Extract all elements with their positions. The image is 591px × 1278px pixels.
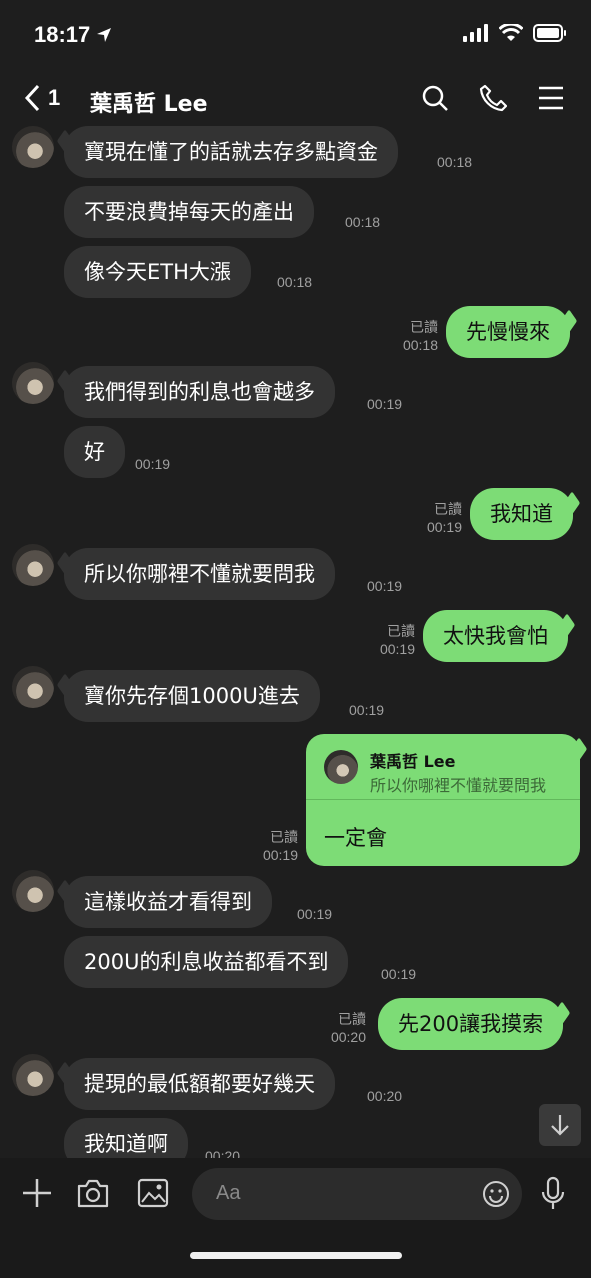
message-time: 00:19 (349, 702, 385, 718)
message-time: 00:18 (437, 154, 473, 170)
avatar[interactable] (12, 1054, 54, 1096)
message-time: 00:19 (135, 456, 171, 472)
mic-icon[interactable] (540, 1176, 566, 1212)
message-bubble[interactable]: 像今天ETH大漲 (64, 246, 251, 298)
plus-icon[interactable] (20, 1176, 54, 1210)
battery-icon (533, 24, 566, 42)
message-time: 00:18 (277, 274, 313, 290)
message-bubble[interactable]: 我知道 (470, 488, 573, 540)
arrow-down-icon (551, 1115, 569, 1136)
avatar[interactable] (12, 362, 54, 404)
message-time: 00:19 (381, 966, 417, 982)
location-arrow-icon (97, 28, 111, 42)
cellular-icon (463, 24, 488, 42)
read-receipt: 已讀 00:19 (262, 829, 298, 863)
read-receipt: 已讀 00:19 (379, 623, 415, 657)
message-bubble[interactable]: 寶現在懂了的話就去存多點資金 (64, 126, 398, 178)
scroll-to-bottom-button[interactable] (539, 1104, 581, 1146)
message-bubble[interactable]: 不要浪費掉每天的產出 (64, 186, 314, 238)
read-receipt: 已讀 00:18 (402, 319, 438, 353)
camera-icon[interactable] (76, 1176, 110, 1210)
back-chevron-icon (24, 84, 40, 112)
message-input[interactable]: Aa (192, 1168, 522, 1220)
avatar[interactable] (12, 666, 54, 708)
message-time: 00:19 (297, 906, 333, 922)
emoji-icon[interactable] (482, 1180, 510, 1208)
status-time: 18:17 (34, 22, 91, 47)
message-input-placeholder: Aa (216, 1182, 241, 1204)
message-bubble[interactable]: 200U的利息收益都看不到 (64, 936, 349, 988)
input-bar: Aa (0, 1158, 591, 1278)
status-bar: 18:17 (0, 0, 591, 70)
message-time: 00:20 (367, 1088, 403, 1104)
image-icon[interactable] (136, 1176, 170, 1210)
avatar[interactable] (12, 870, 54, 912)
avatar[interactable] (12, 544, 54, 586)
quoted-text: 所以你哪裡不懂就要問我 (370, 776, 547, 795)
message-bubble[interactable]: 寶你先存個1000U進去 (64, 670, 320, 722)
quoted-message[interactable]: 葉禹哲 Lee 所以你哪裡不懂就要問我 (306, 734, 580, 800)
message-bubble[interactable]: 太快我會怕 (423, 610, 568, 662)
message-time: 00:19 (367, 396, 403, 412)
unread-count: 1 (48, 85, 61, 110)
reply-message-bubble[interactable]: 葉禹哲 Lee 所以你哪裡不懂就要問我 一定會 (306, 734, 580, 866)
back-button[interactable]: 1 (24, 84, 60, 112)
message-bubble[interactable]: 這樣收益才看得到 (64, 876, 272, 928)
read-receipt: 已讀 00:20 (330, 1011, 366, 1045)
message-time: 00:18 (345, 214, 381, 230)
message-bubble[interactable]: 所以你哪裡不懂就要問我 (64, 548, 335, 600)
chat-title: 葉禹哲 Lee (90, 92, 208, 117)
home-indicator[interactable] (190, 1252, 402, 1259)
message-bubble[interactable]: 先200讓我摸索 (378, 998, 564, 1050)
message-list[interactable]: 寶現在懂了的話就去存多點資金 00:18 不要浪費掉每天的產出 00:18 像今… (0, 118, 591, 1158)
quoted-avatar (324, 750, 358, 784)
avatar[interactable] (12, 126, 54, 168)
message-bubble[interactable]: 我知道啊 (64, 1118, 188, 1158)
message-time: 00:20 (205, 1148, 241, 1158)
message-time: 00:19 (367, 578, 403, 594)
message-bubble[interactable]: 我們得到的利息也會越多 (64, 366, 335, 418)
reply-text: 一定會 (324, 826, 387, 850)
quoted-sender: 葉禹哲 Lee (370, 752, 456, 771)
search-icon[interactable] (421, 84, 449, 112)
menu-icon[interactable] (537, 84, 565, 112)
message-bubble[interactable]: 好 (64, 426, 125, 478)
message-bubble[interactable]: 先慢慢來 (446, 306, 570, 358)
read-receipt: 已讀 00:19 (426, 501, 462, 535)
status-icons (463, 24, 567, 42)
message-bubble[interactable]: 提現的最低額都要好幾天 (64, 1058, 335, 1110)
wifi-icon (499, 24, 523, 41)
phone-icon[interactable] (479, 84, 507, 112)
